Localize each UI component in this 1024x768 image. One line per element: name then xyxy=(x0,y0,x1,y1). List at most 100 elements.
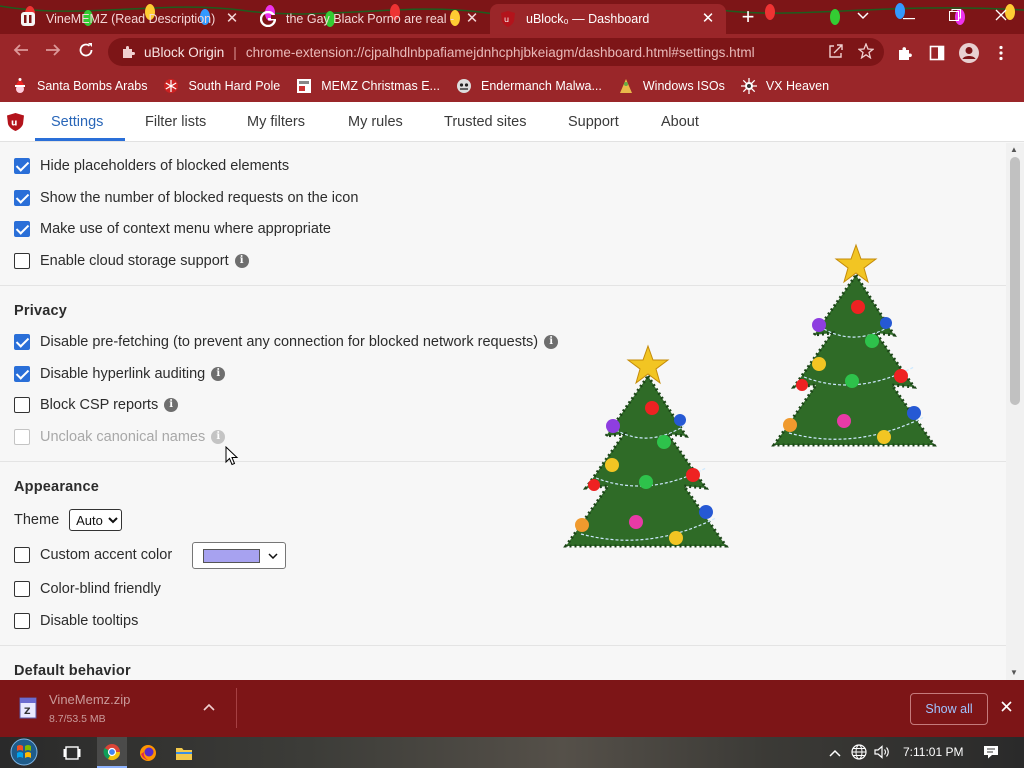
scroll-down-icon[interactable]: ▼ xyxy=(1010,668,1018,677)
checkbox[interactable] xyxy=(14,158,30,174)
accent-color-swatch xyxy=(203,548,260,563)
option-label: Disable pre-fetching (to prevent any con… xyxy=(40,334,539,350)
bookmark-memz-christmas[interactable]: MEMZ Christmas E... xyxy=(296,78,440,94)
active-tab-indicator xyxy=(35,138,125,141)
globe-network-icon[interactable] xyxy=(850,744,868,762)
checkbox[interactable] xyxy=(14,366,30,382)
checkbox[interactable] xyxy=(14,581,30,597)
option-color-blind-friendly[interactable]: Color-blind friendly xyxy=(14,581,161,597)
bookmark-windows-isos[interactable]: Windows ISOs xyxy=(618,78,725,94)
forward-icon[interactable] xyxy=(42,42,64,62)
checkbox xyxy=(14,429,30,445)
chrome-icon[interactable] xyxy=(97,737,127,768)
tab-about[interactable]: About xyxy=(661,114,699,130)
bookmark-star-icon[interactable] xyxy=(858,43,874,59)
chevron-up-icon[interactable] xyxy=(826,744,844,762)
option-label: Block CSP reports xyxy=(40,397,159,413)
volume-icon[interactable] xyxy=(873,744,891,762)
address-bar[interactable]: uBlock Origin | chrome-extension://cjpal… xyxy=(108,38,884,66)
option-disable-tooltips[interactable]: Disable tooltips xyxy=(14,613,138,629)
system-clock[interactable]: 7:11:01 PM xyxy=(903,745,963,759)
new-tab-button[interactable]: + xyxy=(738,6,758,28)
checkbox[interactable] xyxy=(14,190,30,206)
bookmarks-bar: Santa Bombs Arabs South Hard Pole MEMZ C… xyxy=(0,70,1024,102)
back-icon[interactable] xyxy=(10,42,32,62)
bookmark-santa-bombs-arabs[interactable]: Santa Bombs Arabs xyxy=(12,78,147,94)
option-block-csp-reports[interactable]: Block CSP reports i xyxy=(14,397,179,413)
christmas-tree-decoration xyxy=(771,243,937,447)
option-disable-prefetching[interactable]: Disable pre-fetching (to prevent any con… xyxy=(14,334,559,350)
bookmark-label: VX Heaven xyxy=(765,79,830,93)
chevron-up-icon[interactable] xyxy=(203,698,215,714)
reload-icon[interactable] xyxy=(75,42,97,62)
tab-ublock-dashboard[interactable]: u uBlock₀ — Dashboard ✕ xyxy=(490,4,726,34)
tab-support[interactable]: Support xyxy=(568,114,619,130)
url-text[interactable]: chrome-extension://cjpalhdlnbpafiamejdnh… xyxy=(246,45,755,60)
close-tab-icon[interactable]: ✕ xyxy=(700,11,716,27)
option-custom-accent-color[interactable]: Custom accent color xyxy=(14,547,172,563)
tab-filter-lists[interactable]: Filter lists xyxy=(145,114,206,130)
checkbox[interactable] xyxy=(14,221,30,237)
settings-pane: Hide placeholders of blocked elements Sh… xyxy=(0,143,1006,680)
windows-start-icon[interactable] xyxy=(8,737,40,768)
info-icon: i xyxy=(211,430,226,444)
scroll-up-icon[interactable]: ▲ xyxy=(1010,145,1018,154)
checkbox[interactable] xyxy=(14,397,30,413)
download-file-name[interactable]: VineMemz.zip xyxy=(49,692,130,707)
show-all-button[interactable]: Show all xyxy=(910,693,988,725)
checkbox[interactable] xyxy=(14,334,30,350)
checkbox[interactable] xyxy=(14,613,30,629)
task-view-icon[interactable] xyxy=(61,742,83,764)
tab-my-filters[interactable]: My filters xyxy=(247,114,305,130)
bookmark-vx-heaven[interactable]: VX Heaven xyxy=(740,78,830,94)
bookmark-endermanch-malware[interactable]: Endermanch Malwa... xyxy=(456,78,602,94)
notifications-icon[interactable] xyxy=(982,744,1000,762)
side-panel-icon[interactable] xyxy=(926,42,948,64)
privacy-section-title: Privacy xyxy=(14,303,67,319)
bookmark-label: South Hard Pole xyxy=(188,79,281,93)
option-label: Color-blind friendly xyxy=(40,581,161,597)
tab-my-rules[interactable]: My rules xyxy=(348,114,403,130)
tab-settings[interactable]: Settings xyxy=(51,114,103,130)
page-scrollbar[interactable]: ▲ ▼ xyxy=(1006,143,1024,680)
option-label: Hide placeholders of blocked elements xyxy=(40,158,290,174)
divider xyxy=(236,688,237,728)
profile-avatar-icon[interactable] xyxy=(958,42,980,64)
file-explorer-icon[interactable] xyxy=(173,742,195,764)
bookmark-south-hard-pole[interactable]: South Hard Pole xyxy=(163,78,280,94)
close-shelf-icon[interactable] xyxy=(997,699,1015,717)
info-icon[interactable]: i xyxy=(234,254,249,268)
snowflake-icon xyxy=(163,78,179,94)
svg-text:u: u xyxy=(504,15,509,24)
info-icon[interactable]: i xyxy=(164,398,179,412)
tab-trusted-sites[interactable]: Trusted sites xyxy=(444,114,526,130)
option-label: Show the number of blocked requests on t… xyxy=(40,190,359,206)
scrollbar-thumb[interactable] xyxy=(1010,157,1020,405)
restore-icon[interactable] xyxy=(932,0,978,30)
close-window-icon[interactable] xyxy=(978,0,1024,30)
svg-text:u: u xyxy=(11,119,17,129)
tab-search-dropdown-icon[interactable] xyxy=(840,0,886,30)
option-hide-placeholders[interactable]: Hide placeholders of blocked elements xyxy=(14,158,289,174)
firefox-icon[interactable] xyxy=(137,742,159,764)
close-tab-icon[interactable]: ✕ xyxy=(224,11,240,27)
info-icon[interactable]: i xyxy=(211,367,226,381)
close-tab-icon[interactable]: ✕ xyxy=(464,11,480,27)
extensions-icon[interactable] xyxy=(894,42,916,64)
svg-text:Z: Z xyxy=(24,707,31,717)
option-show-blocked-count[interactable]: Show the number of blocked requests on t… xyxy=(14,190,358,206)
theme-select[interactable]: Auto xyxy=(69,509,123,531)
checkbox[interactable] xyxy=(14,253,30,269)
option-cloud-storage[interactable]: Enable cloud storage support i xyxy=(14,253,249,269)
windows-icon xyxy=(618,78,634,94)
option-disable-hyperlink-auditing[interactable]: Disable hyperlink auditing i xyxy=(14,366,226,382)
accent-color-picker[interactable] xyxy=(192,542,286,569)
tab-reddit[interactable]: VineMEMZ (Read Description) : F ✕ xyxy=(10,4,250,34)
tab-title: uBlock₀ — Dashboard xyxy=(526,12,650,26)
option-context-menu[interactable]: Make use of context menu where appropria… xyxy=(14,221,331,237)
checkbox[interactable] xyxy=(14,547,30,563)
menu-kebab-icon[interactable] xyxy=(990,42,1012,64)
tab-google[interactable]: the Gay Black Porno are real - Go ✕ xyxy=(250,4,490,34)
minimize-icon[interactable] xyxy=(886,0,932,30)
share-icon[interactable] xyxy=(828,43,844,59)
